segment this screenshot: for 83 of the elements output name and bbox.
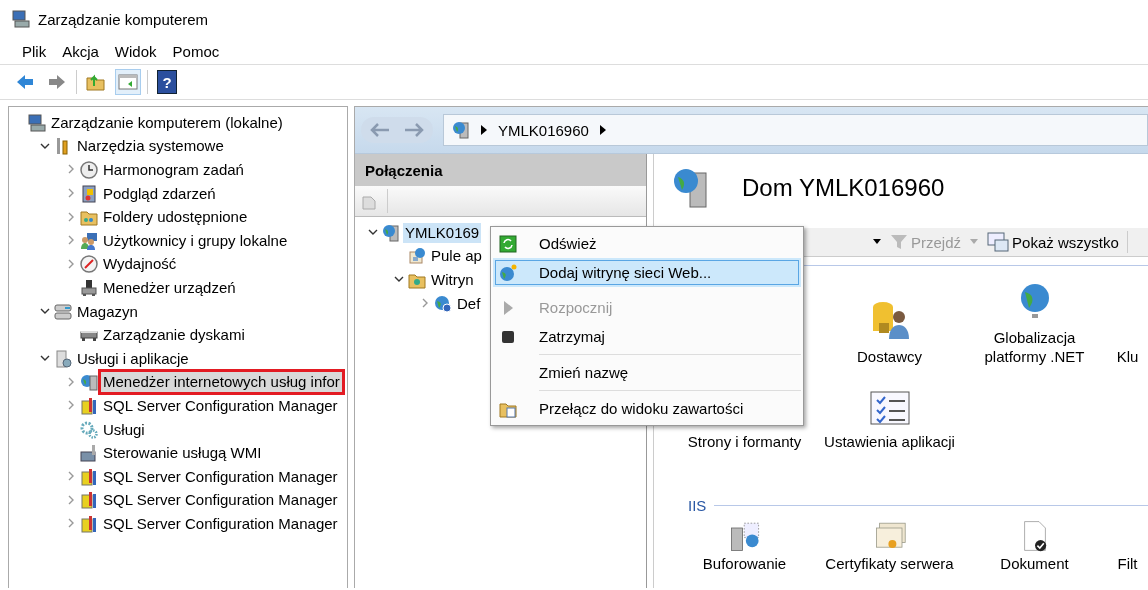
feature-label[interactable]: Globalizacja platformy .NET — [962, 328, 1107, 366]
app-pool-icon — [408, 247, 426, 266]
folder-icon — [86, 72, 106, 92]
server-icon — [54, 349, 72, 368]
tree-item[interactable]: Zarządzanie dyskami — [101, 325, 247, 346]
tree-item[interactable]: Usługi — [101, 419, 147, 440]
gauge-icon — [80, 255, 98, 274]
gear-icon — [80, 420, 98, 439]
tree-item[interactable]: Harmonogram zadań — [101, 160, 246, 180]
device-icon — [80, 278, 98, 297]
panel-header: Połączenia — [355, 154, 646, 186]
tree-item[interactable]: Magazyn — [75, 301, 140, 322]
menu-item[interactable]: Przełącz do widoku zawartości — [493, 394, 801, 423]
menu-item[interactable]: Widok — [106, 42, 165, 60]
clock-icon — [80, 161, 98, 179]
tree-item[interactable]: Użytkownicy i grupy lokalne — [101, 230, 290, 251]
tree-item[interactable]: Usługi i aplikacje — [75, 348, 191, 369]
tree-item[interactable]: Menedżer internetowych usług infor — [101, 372, 342, 393]
feature-label[interactable]: Klu — [1116, 347, 1139, 366]
tree-item[interactable]: Foldery udostępnione — [101, 207, 250, 228]
feature-label[interactable]: Certyfikaty serwera — [825, 554, 954, 573]
feature-label[interactable]: Buforowanie — [702, 554, 787, 573]
menu-item[interactable]: Zmień nazwę — [493, 358, 801, 387]
globe-icon — [499, 263, 517, 282]
tree-item[interactable]: Zarządzanie komputerem (lokalne) — [49, 112, 285, 133]
menu-item[interactable]: Zatrzymaj — [493, 322, 801, 351]
users-icon — [80, 231, 98, 250]
feature-label[interactable]: Filt — [1117, 554, 1138, 573]
arrow-icon — [15, 72, 35, 92]
show-all-button[interactable]: Pokaż wszystko — [985, 232, 1121, 252]
tree-item[interactable]: Pule ap — [429, 246, 484, 267]
window-title: Zarządzanie komputerem — [38, 10, 209, 28]
computer-icon — [12, 10, 30, 28]
tree-item[interactable]: SQL Server Configuration Manager — [101, 395, 340, 416]
group-heading: IIS — [688, 497, 707, 514]
toolbox-icon — [80, 396, 98, 415]
menu-item[interactable]: Dodaj witrynę sieci Web... — [493, 258, 801, 287]
dropdown-caret-icon[interactable] — [872, 239, 882, 245]
globe-icon — [434, 294, 452, 313]
refresh-icon — [499, 234, 517, 253]
menu-item[interactable]: Akcja — [54, 42, 107, 60]
help-button[interactable]: ? — [154, 69, 180, 95]
address-bar[interactable]: YMLK016960 — [443, 114, 1148, 146]
tree-item[interactable]: Narzędzia systemowe — [75, 136, 226, 157]
tree-item[interactable]: Witryn — [429, 270, 476, 290]
funnel-icon — [890, 233, 908, 251]
feature-label[interactable]: Strony i formanty — [687, 432, 802, 451]
server-icon — [80, 373, 98, 392]
tree-item[interactable]: YMLK0169 — [403, 222, 482, 243]
toolbox-icon — [80, 491, 98, 510]
breadcrumb-arrow-icon[interactable] — [480, 125, 488, 135]
checklist-icon — [868, 390, 911, 426]
window-pane-icon — [118, 73, 138, 91]
page-title: Dom YMLK016960 — [742, 174, 945, 202]
menu-item[interactable]: Plik — [14, 42, 55, 60]
storage-icon — [54, 302, 72, 321]
computer-icon — [28, 113, 46, 132]
windows-icon — [987, 232, 1010, 252]
toolbox-icon — [80, 514, 98, 533]
console-tree-button[interactable] — [115, 69, 141, 95]
feature-label[interactable]: Dokument — [1000, 554, 1069, 573]
feature-label[interactable]: Ustawienia aplikacji — [824, 432, 955, 451]
breadcrumb-arrow-icon[interactable] — [598, 125, 607, 135]
tree-item[interactable]: Sterowanie usługą WMI — [101, 443, 264, 464]
tree-item[interactable]: Def — [455, 293, 483, 314]
breadcrumb-item[interactable]: YMLK016960 — [498, 121, 589, 139]
notebook-icon — [80, 184, 98, 203]
server-icon — [382, 223, 400, 242]
menu-item[interactable]: Odśwież — [493, 229, 801, 258]
arrow-icon — [47, 72, 67, 92]
toolbox-icon — [80, 444, 98, 463]
menu-item[interactable]: Pomoc — [164, 42, 228, 60]
tree-item[interactable]: SQL Server Configuration Manager — [101, 490, 340, 511]
tree-item[interactable]: Wydajność — [101, 254, 179, 275]
toolbox-icon — [80, 467, 98, 486]
tree-item[interactable]: Podgląd zdarzeń — [101, 183, 218, 204]
folder-icon — [408, 271, 426, 289]
feature-label[interactable]: Dostawcy — [857, 347, 922, 366]
tree-item[interactable]: SQL Server Configuration Manager — [101, 513, 340, 534]
tree-item[interactable]: Menedżer urządzeń — [101, 277, 238, 298]
tree-item[interactable]: SQL Server Configuration Manager — [101, 466, 340, 487]
folder-icon — [80, 208, 98, 227]
server-icon — [452, 121, 470, 139]
